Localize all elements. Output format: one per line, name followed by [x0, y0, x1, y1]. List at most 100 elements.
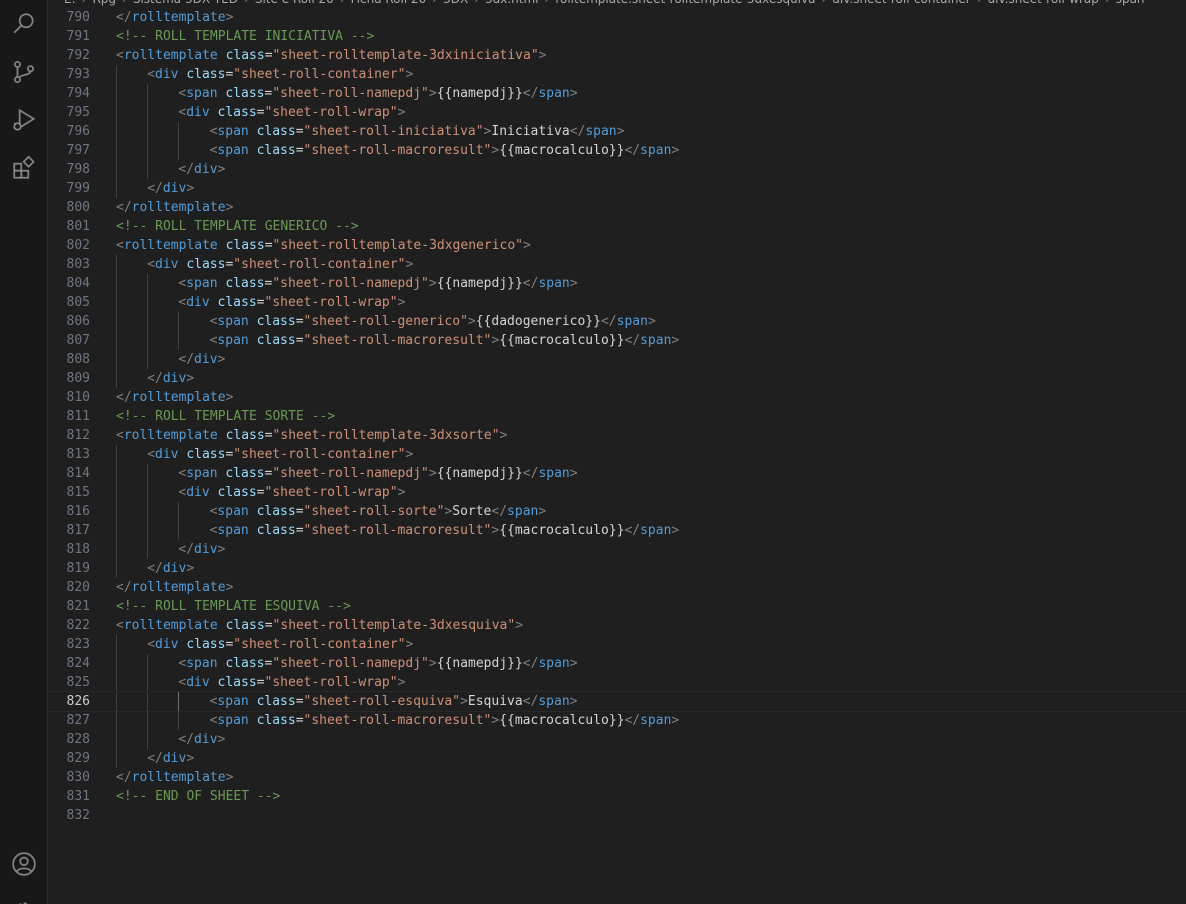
- code-line[interactable]: 820 </rolltemplate>: [48, 578, 1186, 597]
- breadcrumb-item[interactable]: div.sheet-roll-container: [832, 0, 970, 6]
- code-line[interactable]: 792 <rolltemplate class="sheet-rolltempla…: [48, 46, 1186, 65]
- code-token: >: [186, 561, 195, 576]
- code-line[interactable]: 814 <span class="sheet-roll-namepdj">{{na…: [48, 464, 1186, 483]
- extensions-icon[interactable]: [0, 144, 48, 192]
- line-number: 830: [66, 770, 90, 785]
- code-line[interactable]: 799 </div>: [48, 179, 1186, 198]
- breadcrumb-item[interactable]: Sistema 3DX TED: [133, 0, 238, 6]
- code-line[interactable]: 805 <div class="sheet-roll-wrap">: [48, 293, 1186, 312]
- breadcrumb-item[interactable]: Site e Roll 20: [255, 0, 334, 6]
- code-line[interactable]: 828 </div>: [48, 730, 1186, 749]
- code-line[interactable]: 822 <rolltemplate class="sheet-rolltempla…: [48, 616, 1186, 635]
- run-debug-icon[interactable]: [0, 96, 48, 144]
- code-token: class: [225, 48, 265, 63]
- code-token: >: [538, 48, 547, 63]
- code-line[interactable]: 816 <span class="sheet-roll-sorte">Sorte<…: [48, 502, 1186, 521]
- code-line[interactable]: 827 <span class="sheet-roll-macroresult">…: [48, 711, 1186, 730]
- code-token: "sheet-rolltemplate-3dxiniciativa": [272, 48, 539, 63]
- breadcrumb-item[interactable]: Rpg: [92, 0, 116, 6]
- code-line[interactable]: 809 </div>: [48, 369, 1186, 388]
- code-token: =: [295, 143, 304, 158]
- code-token: "sheet-roll-wrap": [264, 485, 398, 500]
- code-line[interactable]: 823 <div class="sheet-roll-container">: [48, 635, 1186, 654]
- code-text: <rolltemplate class="sheet-rolltemplate-…: [116, 426, 507, 445]
- code-line[interactable]: 790 </rolltemplate>: [48, 8, 1186, 27]
- code-line[interactable]: 810 </rolltemplate>: [48, 388, 1186, 407]
- code-line[interactable]: 796 <span class="sheet-roll-iniciativa">I…: [48, 122, 1186, 141]
- code-line[interactable]: 830 </rolltemplate>: [48, 768, 1186, 787]
- breadcrumb-item[interactable]: Ficha Roll 20: [351, 0, 427, 6]
- breadcrumb-item[interactable]: rolltemplate.sheet-rolltemplate-3dxesqui…: [555, 0, 815, 6]
- code-line[interactable]: 806 <span class="sheet-roll-generico">{{d…: [48, 312, 1186, 331]
- code-token: "sheet-rolltemplate-3dxesquiva": [272, 618, 516, 633]
- code-token: span: [186, 86, 218, 101]
- code-token: span: [217, 333, 249, 348]
- account-icon[interactable]: [0, 840, 48, 888]
- code-line[interactable]: 800 </rolltemplate>: [48, 198, 1186, 217]
- code-line[interactable]: 819 </div>: [48, 559, 1186, 578]
- code-token: class: [225, 428, 265, 443]
- breadcrumb-item[interactable]: span: [1116, 0, 1145, 6]
- code-token: "sheet-roll-wrap": [264, 675, 398, 690]
- code-text: </div>: [178, 160, 225, 179]
- code-line[interactable]: 831 <!-- END OF SHEET -->: [48, 787, 1186, 806]
- code-line[interactable]: 804 <span class="sheet-roll-namepdj">{{na…: [48, 274, 1186, 293]
- breadcrumb-item[interactable]: E:: [64, 0, 76, 6]
- code-line[interactable]: 801 <!-- ROLL TEMPLATE GENERICO -->: [48, 217, 1186, 236]
- code-token: span: [585, 124, 617, 139]
- code-line[interactable]: 818 </div>: [48, 540, 1186, 559]
- search-icon[interactable]: [0, 0, 48, 48]
- code-line[interactable]: 829 </div>: [48, 749, 1186, 768]
- code-token: "sheet-roll-container": [233, 447, 406, 462]
- indent-guide: [147, 312, 149, 331]
- code-text: <div class="sheet-roll-container">: [147, 65, 413, 84]
- code-line[interactable]: 832: [48, 806, 1186, 825]
- code-text: </div>: [178, 350, 225, 369]
- line-number: 831: [66, 789, 90, 804]
- code-text: <span class="sheet-roll-macroresult">{{m…: [210, 331, 680, 350]
- code-line[interactable]: 802 <rolltemplate class="sheet-rolltempla…: [48, 236, 1186, 255]
- code-line[interactable]: 794 <span class="sheet-roll-namepdj">{{na…: [48, 84, 1186, 103]
- code-editor[interactable]: 790 </rolltemplate> 791 <!-- ROLL TEMPLATE …: [48, 8, 1186, 904]
- breadcrumb-item[interactable]: div.sheet-roll-wrap: [988, 0, 1099, 6]
- line-number: 805: [66, 295, 90, 310]
- source-control-icon[interactable]: [0, 48, 48, 96]
- code-token: >: [405, 447, 414, 462]
- code-line[interactable]: 821 <!-- ROLL TEMPLATE ESQUIVA -->: [48, 597, 1186, 616]
- breadcrumb-item[interactable]: 3DX: [443, 0, 468, 6]
- code-line[interactable]: 811 <!-- ROLL TEMPLATE SORTE -->: [48, 407, 1186, 426]
- code-token: span: [186, 466, 218, 481]
- breadcrumb-item[interactable]: 3dx.html: [485, 0, 539, 6]
- code-line[interactable]: 817 <span class="sheet-roll-macroresult">…: [48, 521, 1186, 540]
- code-line[interactable]: 791 <!-- ROLL TEMPLATE INICIATIVA -->: [48, 27, 1186, 46]
- code-token: >: [538, 504, 547, 519]
- code-line[interactable]: 807 <span class="sheet-roll-macroresult">…: [48, 331, 1186, 350]
- indent-guide: [116, 730, 117, 749]
- code-line[interactable]: 797 <span class="sheet-roll-macroresult">…: [48, 141, 1186, 160]
- code-text: <!-- ROLL TEMPLATE SORTE -->: [116, 407, 335, 426]
- code-line[interactable]: 808 </div>: [48, 350, 1186, 369]
- code-token: =: [256, 485, 265, 500]
- code-text: </div>: [178, 730, 225, 749]
- code-line[interactable]: 803 <div class="sheet-roll-container">: [48, 255, 1186, 274]
- code-token: >: [405, 67, 414, 82]
- code-token: >: [428, 466, 437, 481]
- code-line[interactable]: 815 <div class="sheet-roll-wrap">: [48, 483, 1186, 502]
- code-line[interactable]: 825 <div class="sheet-roll-wrap">: [48, 673, 1186, 692]
- code-line[interactable]: 798 </div>: [48, 160, 1186, 179]
- code-line[interactable]: 812 <rolltemplate class="sheet-rolltempla…: [48, 426, 1186, 445]
- code-line[interactable]: 813 <div class="sheet-roll-container">: [48, 445, 1186, 464]
- indent-guide: [116, 692, 117, 711]
- code-token: >: [428, 276, 437, 291]
- code-token: =: [256, 675, 265, 690]
- code-line[interactable]: 795 <div class="sheet-roll-wrap">: [48, 103, 1186, 122]
- code-token: span: [217, 694, 249, 709]
- code-line[interactable]: 793 <div class="sheet-roll-container">: [48, 65, 1186, 84]
- code-line[interactable]: 824 <span class="sheet-roll-namepdj">{{na…: [48, 654, 1186, 673]
- code-line[interactable]: 826 <span class="sheet-roll-esquiva">Esqu…: [48, 691, 1186, 712]
- code-token: class: [225, 276, 265, 291]
- settings-gear-icon[interactable]: [0, 888, 48, 904]
